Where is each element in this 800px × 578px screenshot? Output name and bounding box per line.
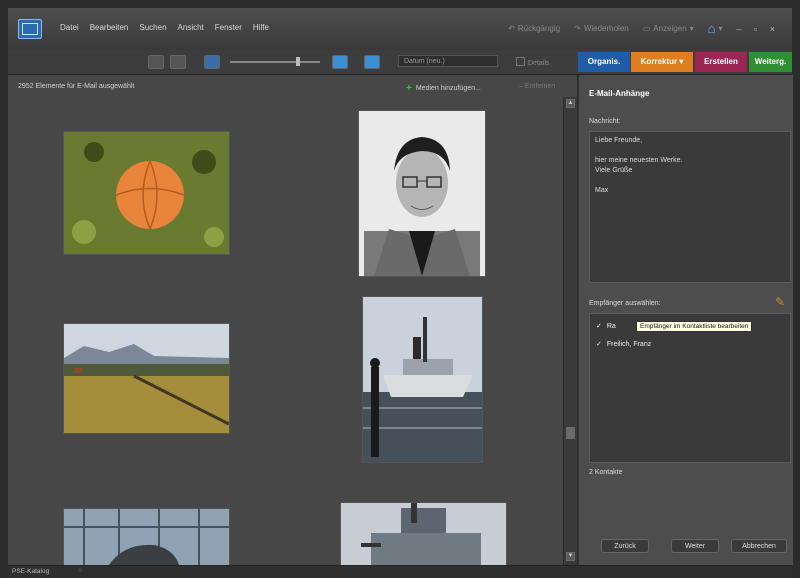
undo-button[interactable]: ↶ Rückgängig	[508, 24, 560, 33]
tab-create[interactable]: Erstellen	[695, 52, 747, 72]
sort-select[interactable]: Datum (neu.)	[398, 55, 498, 67]
zoom-slider-handle[interactable]	[296, 57, 300, 66]
ship-image	[341, 503, 506, 565]
next-button[interactable]: Weiter	[671, 539, 719, 553]
thumbnail-portrait[interactable]	[359, 111, 485, 276]
contact-count: 2 Kontakte	[589, 469, 623, 476]
scroll-up-icon[interactable]: ▲	[566, 99, 575, 108]
zoom-slider[interactable]	[230, 61, 320, 63]
grid-view-icon[interactable]	[148, 55, 164, 69]
scroll-down-icon[interactable]: ▼	[566, 552, 575, 561]
home-button[interactable]: ⌂ ▾	[708, 21, 723, 36]
media-scrollbar[interactable]: ▲ ▼	[563, 97, 577, 565]
checkmark-icon[interactable]: ✓	[596, 323, 602, 330]
thumbnail-small-icon[interactable]	[204, 55, 220, 69]
thumbnail-large-icon[interactable]	[332, 55, 348, 69]
recipients-list: ✓ Ra ✓ Freilich, Franz Empfänger im Kontak…	[589, 313, 791, 463]
scroll-thumb[interactable]	[566, 427, 575, 439]
redo-icon: ↷	[574, 24, 581, 33]
main-menu: Datei Bearbeiten Suchen Ansicht Fenster …	[60, 23, 269, 32]
message-label: Nachricht:	[589, 118, 621, 125]
media-browser: 2952 Elemente für E-Mail ausgewählt + Med…	[8, 75, 577, 565]
menu-help[interactable]: Hilfe	[253, 23, 269, 32]
details-checkbox[interactable]: Details	[516, 57, 549, 67]
tab-fix[interactable]: Korrektur ▾	[631, 52, 693, 72]
chevron-down-icon: ▾	[679, 57, 684, 66]
status-bar: PSE-Katalog ○	[8, 565, 792, 578]
catalog-icon[interactable]: ○	[78, 567, 82, 574]
checkmark-icon[interactable]: ✓	[596, 341, 602, 348]
contact-book-icon[interactable]: ✎	[775, 295, 785, 309]
undo-icon: ↶	[508, 24, 515, 33]
panel-title: E-Mail-Anhänge	[589, 89, 650, 98]
list-view-icon[interactable]	[170, 55, 186, 69]
remove-button[interactable]: – Entfernen	[519, 83, 555, 90]
monitor-icon[interactable]	[364, 55, 380, 69]
cancel-button[interactable]: Abbrechen	[731, 539, 787, 553]
window-controls[interactable]: – ▫ ×	[737, 24, 780, 34]
portrait-image	[359, 111, 485, 276]
recipients-label: Empfänger auswählen:	[589, 300, 661, 307]
redo-button[interactable]: ↷ Wiederholen	[574, 24, 629, 33]
building-image	[64, 509, 229, 565]
thumbnail-building[interactable]	[64, 509, 229, 565]
thumbnail-ship[interactable]	[341, 503, 506, 565]
tab-share[interactable]: Weiterg.	[749, 52, 792, 72]
steamboat-image	[363, 297, 482, 462]
monitor-icon: ▭	[642, 24, 651, 33]
plus-icon: +	[406, 83, 412, 94]
chevron-down-icon: ▾	[689, 24, 694, 33]
field-image	[64, 324, 229, 433]
menu-find[interactable]: Suchen	[139, 23, 166, 32]
recipient-item[interactable]: ✓ Ra	[596, 322, 616, 330]
menubar-right: ↶ Rückgängig ↷ Wiederholen ▭ Anzeigen ▾ ⌂ ▾ –…	[508, 21, 780, 36]
thumbnail-basketball[interactable]	[64, 132, 229, 254]
display-button[interactable]: ▭ Anzeigen ▾	[643, 24, 694, 33]
menu-edit[interactable]: Bearbeiten	[90, 23, 129, 32]
thumbnail-field[interactable]	[64, 324, 229, 433]
message-textarea[interactable]: Liebe Freunde, hier meine neuesten Werke…	[589, 131, 791, 283]
recipient-item[interactable]: ✓ Freilich, Franz	[596, 340, 651, 348]
app-icon[interactable]	[18, 19, 42, 39]
menu-window[interactable]: Fenster	[215, 23, 242, 32]
basketball-image	[64, 132, 229, 254]
email-attachments-panel: E-Mail-Anhänge Nachricht: Liebe Freunde,…	[578, 75, 793, 565]
home-icon: ⌂	[707, 21, 716, 36]
chevron-down-icon: ▾	[718, 24, 723, 33]
tooltip: Empfänger im Kontaktliste bearbeiten	[636, 321, 753, 332]
menu-bar: Datei Bearbeiten Suchen Ansicht Fenster …	[8, 8, 792, 51]
toolbar: Datum (neu.) Details Organis. Korrektur …	[8, 50, 792, 75]
checkbox-icon	[516, 57, 525, 66]
selection-count: 2952 Elemente für E-Mail ausgewählt	[18, 83, 135, 90]
catalog-name[interactable]: PSE-Katalog	[12, 568, 49, 575]
add-media-button[interactable]: + Medien hinzufügen...	[406, 83, 481, 94]
menu-file[interactable]: Datei	[60, 23, 79, 32]
thumbnail-steamboat[interactable]	[363, 297, 482, 462]
menu-view[interactable]: Ansicht	[178, 23, 204, 32]
tab-organize[interactable]: Organis.	[578, 52, 630, 72]
back-button[interactable]: Zurück	[601, 539, 649, 553]
